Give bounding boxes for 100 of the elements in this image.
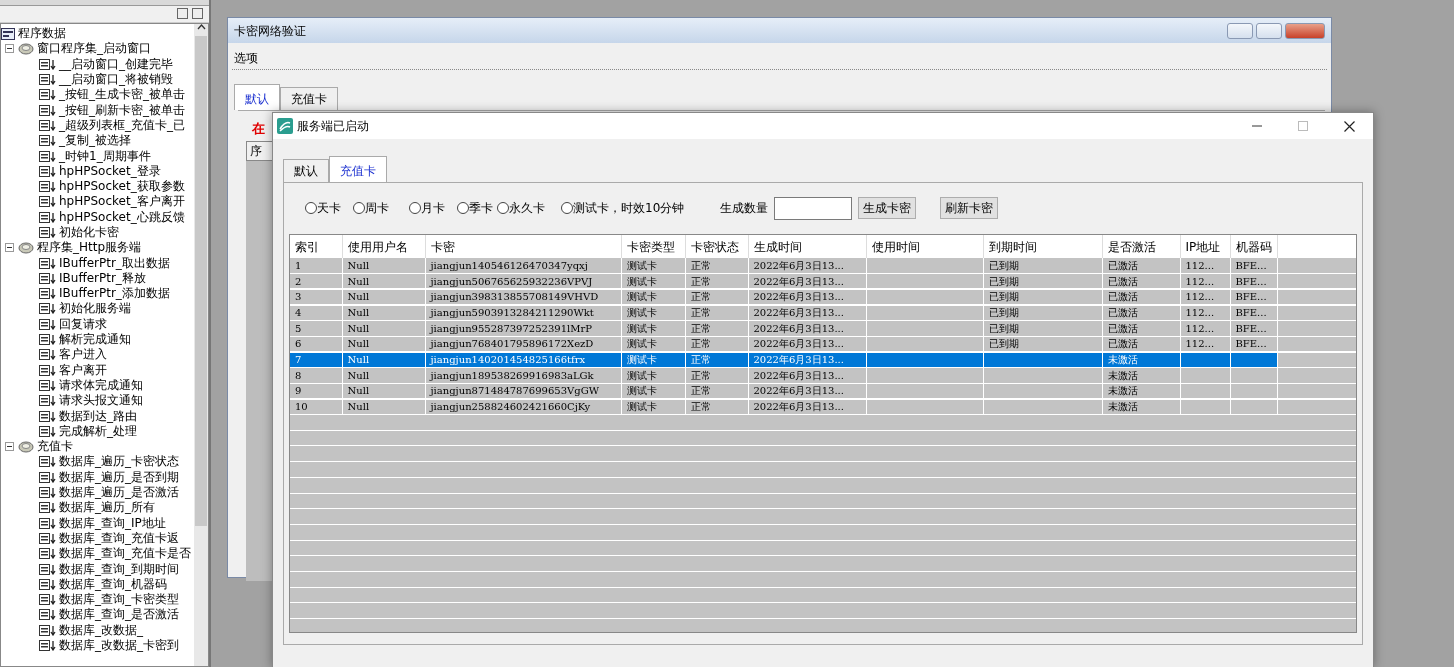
window-title: 服务端已启动	[297, 118, 370, 135]
method-icon	[39, 74, 56, 86]
tree-item[interactable]: 数据库_查询_机器码	[59, 576, 167, 592]
table-row[interactable]: 10 Null jiangjun258824602421660CjKy 测试卡 正常 2022年6月3日13... 未激活	[290, 399, 1356, 415]
method-icon	[39, 502, 56, 514]
maximize-button[interactable]	[1256, 22, 1282, 39]
method-icon	[39, 165, 56, 177]
scrollbar[interactable]	[194, 24, 208, 666]
column-header[interactable]: 索引	[290, 235, 342, 258]
table-row[interactable]: 6 Null jiangjun768401795896172XezD 测试卡 正常 2022年6月3日13... 已到期 已激活 112... BFE...	[290, 336, 1356, 353]
tab[interactable]: 充值卡	[280, 87, 338, 110]
tab[interactable]: 默认	[283, 159, 329, 182]
tree-item[interactable]: 解析完成通知	[59, 332, 131, 348]
tree-item[interactable]: _时钟1_周期事件	[59, 148, 151, 164]
generate-button[interactable]: 生成卡密	[858, 197, 917, 219]
tree-item[interactable]: __启动窗口_创建完毕	[59, 56, 173, 72]
table-row[interactable]: 4 Null jiangjun5903913284211290Wkt 测试卡 正常 2022年6月3日13... 已到期 已激活 112... BFE...	[290, 305, 1356, 321]
column-header[interactable]: 卡密类型	[621, 235, 685, 258]
tree-item[interactable]: 数据库_遍历_卡密状态	[59, 454, 179, 470]
tree-item[interactable]: _按钮_生成卡密_被单击	[59, 87, 185, 103]
tree-item[interactable]: 数据库_查询_到期时间	[59, 561, 179, 577]
column-header[interactable]: 是否激活	[1102, 235, 1180, 258]
tree-item[interactable]: 数据库_遍历_是否激活	[59, 485, 179, 501]
tree-item[interactable]: 请求头报文通知	[59, 393, 143, 409]
radio-option[interactable]: 季卡	[457, 199, 493, 217]
tree-item[interactable]: 数据库_改数据_	[59, 622, 143, 638]
tree-item[interactable]: 客户进入	[59, 347, 107, 363]
tree-item[interactable]: _超级列表框_充值卡_已	[59, 117, 185, 133]
tree-item[interactable]: IBufferPtr_取出数据	[59, 255, 170, 271]
radio-option[interactable]: 月卡	[409, 199, 445, 217]
table-row[interactable]: 8 Null jiangjun189538269916983aLGk 测试卡 正常 2022年6月3日13... 未激活	[290, 367, 1356, 384]
table-row[interactable]: 7 Null jiangjun140201454825166tfrx 测试卡 正常 2022年6月3日13... 未激活	[290, 352, 1356, 368]
table-cell: 正常	[685, 336, 748, 353]
tree-item[interactable]: 客户离开	[59, 362, 107, 378]
column-header[interactable]: 卡密状态	[685, 235, 748, 258]
tree-item[interactable]: 数据库_查询_IP地址	[59, 515, 166, 531]
tab[interactable]: 默认	[234, 84, 280, 110]
tree-item[interactable]: IBufferPtr_添加数据	[59, 286, 170, 302]
column-header[interactable]: IP地址	[1180, 235, 1230, 258]
column-header[interactable]: 机器码	[1230, 235, 1277, 258]
tree-item[interactable]: _按钮_刷新卡密_被单击	[59, 102, 185, 118]
tree-item[interactable]: 完成解析_处理	[59, 423, 137, 439]
menu-item[interactable]: 选项	[234, 49, 258, 67]
radio-option[interactable]: 测试卡，时效10分钟	[561, 199, 685, 217]
method-icon	[39, 272, 56, 284]
tree-item[interactable]: 数据库_遍历_所有	[59, 500, 155, 516]
tree-item[interactable]: IBufferPtr_释放	[59, 270, 146, 286]
tree-item[interactable]: __启动窗口_将被销毁	[59, 72, 173, 88]
refresh-button[interactable]: 刷新卡密	[940, 197, 999, 219]
column-header[interactable]: 使用用户名	[342, 235, 425, 258]
radio-option[interactable]: 永久卡	[497, 199, 545, 217]
tree-item[interactable]: 数据库_改数据_卡密到	[59, 638, 179, 653]
restore-button[interactable]	[177, 8, 188, 19]
quantity-field[interactable]	[774, 196, 853, 220]
expand-toggle[interactable]	[5, 442, 14, 452]
tree-item[interactable]: hpHPSocket_获取参数	[59, 179, 185, 195]
scrollbar-thumb[interactable]	[195, 36, 207, 526]
minimize-button[interactable]	[1227, 22, 1253, 39]
radio-option[interactable]: 周卡	[353, 199, 389, 217]
column-header[interactable]: 使用时间	[866, 235, 983, 258]
tree-item[interactable]: 程序集_Http服务端	[37, 240, 142, 256]
table-cell: 2022年6月3日13...	[748, 383, 866, 400]
tab[interactable]: 充值卡	[329, 156, 387, 182]
close-button[interactable]	[1285, 22, 1325, 39]
method-icon	[39, 624, 56, 636]
table-row[interactable]: 2 Null jiangjun506765625932236VPVJ 测试卡 正常 2022年6月3日13... 已到期 已激活 112... BFE...	[290, 273, 1356, 290]
table-row[interactable]: 5 Null jiangjun955287397252391lMrP 测试卡 正常 2022年6月3日13... 已到期 已激活 112... BFE...	[290, 320, 1356, 337]
table-cell: Null	[342, 383, 425, 400]
expand-toggle[interactable]	[5, 44, 14, 54]
radio-option[interactable]: 天卡	[305, 199, 341, 217]
column-header[interactable]: 生成时间	[748, 235, 866, 258]
table-cell: 1	[290, 258, 342, 274]
table-cell: 测试卡	[621, 305, 685, 321]
column-header[interactable]: 卡密	[425, 235, 621, 258]
tree-item[interactable]: 程序数据	[18, 26, 66, 42]
table-cell: Null	[342, 289, 425, 306]
tree-item[interactable]: hpHPSocket_客户离开	[59, 194, 185, 210]
tree-item[interactable]: 回复请求	[59, 316, 107, 332]
table-row[interactable]: 9 Null jiangjun871484787699653VgGW 测试卡 正常 2022年6月3日13... 未激活	[290, 383, 1356, 400]
tree-item[interactable]: 数据库_查询_卡密类型	[59, 592, 179, 608]
table-row[interactable]: 3 Null jiangjun398313855708149VHVD 测试卡 正常 2022年6月3日13... 已到期 已激活 112... BFE...	[290, 289, 1356, 306]
tree-item[interactable]: 数据库_查询_充值卡返	[59, 530, 179, 546]
tree-item[interactable]: 充值卡	[37, 439, 73, 455]
expand-toggle[interactable]	[5, 243, 14, 253]
column-header[interactable]: 到期时间	[983, 235, 1102, 258]
table-cell: 测试卡	[621, 320, 685, 337]
tree-item[interactable]: 窗口程序集_启动窗口	[37, 41, 151, 57]
tree-item[interactable]: 初始化服务端	[59, 301, 131, 317]
tree-item[interactable]: 数据库_查询_充值卡是否	[59, 546, 191, 562]
tree-item[interactable]: 数据到达_路由	[59, 408, 137, 424]
close-button[interactable]	[192, 8, 203, 19]
table-row[interactable]: 1 Null jiangjun140546126470347yqxj 测试卡 正常 2022年6月3日13... 已到期 已激活 112... BFE...	[290, 258, 1356, 274]
tree-item[interactable]: 初始化卡密	[59, 225, 119, 240]
tree-item[interactable]: 请求体完成通知	[59, 377, 143, 393]
tree-item[interactable]: hpHPSocket_心跳反馈	[59, 209, 185, 225]
tree-item[interactable]: _复制_被选择	[59, 133, 131, 149]
tree-item[interactable]: 数据库_遍历_是否到期	[59, 469, 179, 485]
tree-item[interactable]: hpHPSocket_登录	[59, 163, 161, 179]
table-cell: 9	[290, 383, 342, 400]
tree-item[interactable]: 数据库_查询_是否激活	[59, 607, 179, 623]
